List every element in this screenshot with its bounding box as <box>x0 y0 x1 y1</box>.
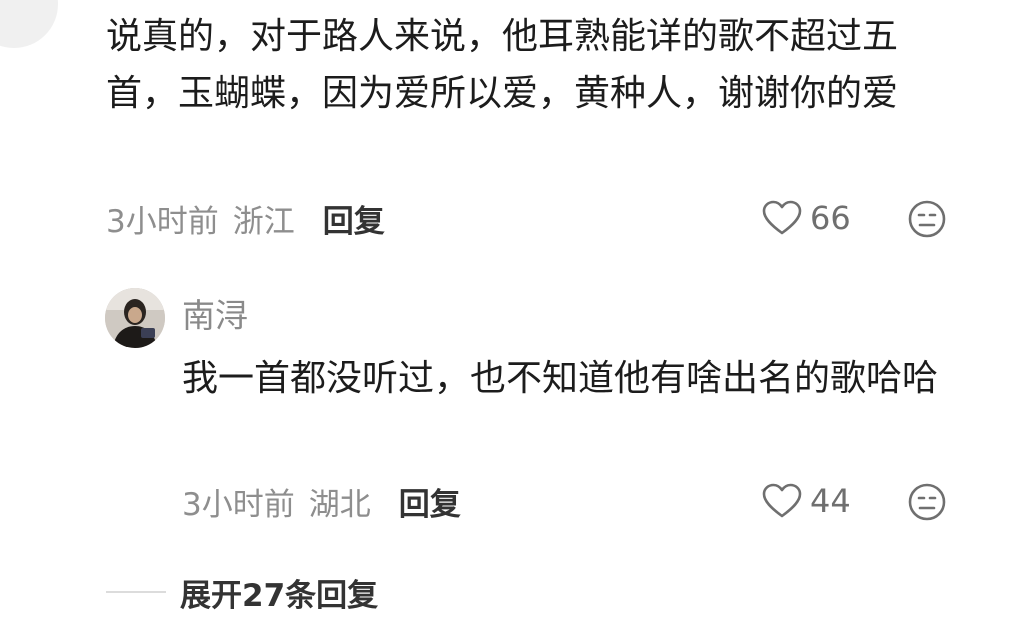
comment-meta: 3小时前 浙江 回复 <box>106 193 385 243</box>
reply-like-count: 44 <box>810 482 851 520</box>
reply-reply-button[interactable]: 回复 <box>399 479 461 524</box>
expand-replies-button[interactable]: 展开27条回复 <box>106 567 378 617</box>
reply-location: 湖北 <box>308 486 371 523</box>
heart-outline-icon <box>762 200 802 235</box>
heart-outline-icon <box>762 483 802 518</box>
comment-time: 3小时前 <box>106 203 219 240</box>
reply-text: 我一首都没听过，也不知道他有啥出名的歌哈哈 <box>182 358 939 399</box>
expand-replies-label: 展开27条回复 <box>180 577 379 614</box>
comment-reply-button[interactable]: 回复 <box>323 196 385 241</box>
reply-time: 3小时前 <box>182 486 295 523</box>
comment-like-button[interactable]: 66 <box>762 193 851 243</box>
divider-line <box>106 591 166 593</box>
reply-avatar[interactable] <box>105 288 165 348</box>
neutral-face-icon[interactable] <box>907 482 947 522</box>
previous-avatar <box>0 0 58 48</box>
reply-username[interactable]: 南浔 <box>182 289 248 337</box>
user-avatar-image <box>105 288 165 348</box>
comment-text: 说真的，对于路人来说，他耳熟能详的歌不超过五首，玉蝴蝶，因为爱所以爱，黄种人，谢… <box>106 16 899 114</box>
comment-like-count: 66 <box>810 199 851 237</box>
reply-meta: 3小时前 湖北 回复 <box>182 476 461 526</box>
comment-location: 浙江 <box>232 203 295 240</box>
neutral-face-icon[interactable] <box>907 199 947 239</box>
reply-like-button[interactable]: 44 <box>762 476 851 526</box>
